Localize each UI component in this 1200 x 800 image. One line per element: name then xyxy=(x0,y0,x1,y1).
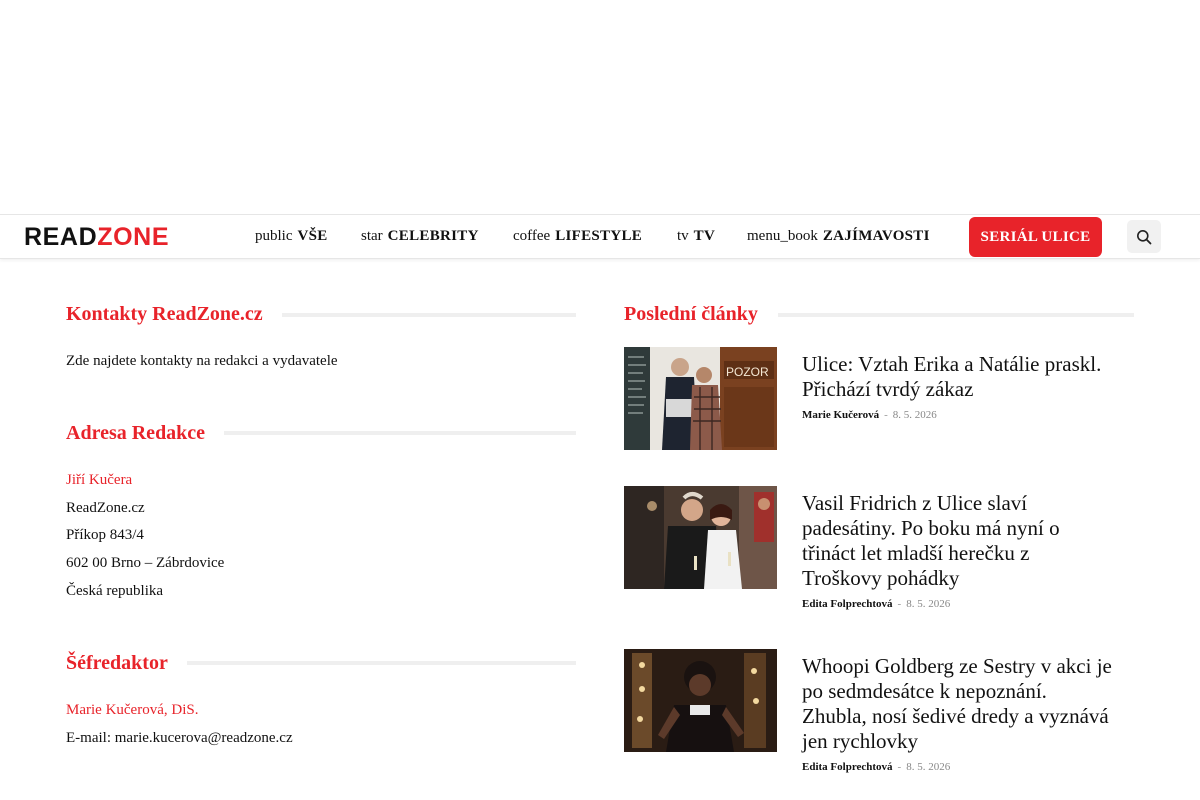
editor-title-rule xyxy=(187,661,576,665)
address-title: Adresa Redakce xyxy=(66,422,206,444)
article-image: POZOR xyxy=(624,347,777,450)
nav-item-lifestyle[interactable]: coffee LIFESTYLE xyxy=(513,215,642,258)
article-title[interactable]: Ulice: Vztah Erika a Natálie praskl. Při… xyxy=(802,352,1112,402)
address-title-rule xyxy=(224,431,576,435)
article-thumbnail[interactable] xyxy=(624,486,777,589)
nav-label: ZAJÍMAVOSTI xyxy=(822,228,930,244)
ad-space xyxy=(0,0,1200,214)
nav-label: VŠE xyxy=(297,228,328,244)
article-meta: Edita Folprechtová -8. 5. 2026 xyxy=(802,760,950,774)
menu-book-icon: menu_book xyxy=(747,228,818,244)
article-author[interactable]: Edita Folprechtová xyxy=(802,761,893,773)
address-line: ReadZone.cz xyxy=(66,500,145,516)
article-date: 8. 5. 2026 xyxy=(906,761,951,773)
article-date: 8. 5. 2026 xyxy=(906,598,951,610)
article-author[interactable]: Edita Folprechtová xyxy=(802,598,893,610)
search-icon xyxy=(1137,230,1152,245)
editor-name-link[interactable]: Marie Kučerová, DiS. xyxy=(66,700,198,720)
nav-item-tv[interactable]: tv TV xyxy=(677,215,715,258)
email-address[interactable]: marie.kucerova@readzone.cz xyxy=(115,730,293,746)
editor-email: E-mail: marie.kucerova@readzone.cz xyxy=(66,728,293,748)
article-thumbnail[interactable]: POZOR xyxy=(624,347,777,450)
meta-separator: - xyxy=(897,761,902,773)
svg-text:POZOR: POZOR xyxy=(726,365,769,379)
serial-ulice-button[interactable]: SERIÁL ULICE xyxy=(969,217,1102,257)
address-line: 602 00 Brno – Zábrdovice xyxy=(66,555,225,571)
coffee-icon: coffee xyxy=(513,228,551,244)
meta-separator: - xyxy=(884,409,888,421)
article-image xyxy=(624,486,777,589)
latest-title-rule xyxy=(778,313,1134,317)
address-name-link[interactable]: Jiří Kučera xyxy=(66,470,132,490)
article-meta: Marie Kučerová -8. 5. 2026 xyxy=(802,408,937,422)
address-line: Česká republika xyxy=(66,583,164,599)
site-logo[interactable]: READZONE xyxy=(24,224,169,250)
search-button[interactable] xyxy=(1127,220,1161,253)
nav-label: CELEBRITY xyxy=(387,228,479,244)
editor-title: Šéfredaktor xyxy=(66,652,168,674)
public-icon: public xyxy=(255,228,293,244)
meta-separator: - xyxy=(897,598,902,610)
address-line: Příkop 843/4 xyxy=(66,527,144,543)
article-image xyxy=(624,649,777,752)
email-label: E-mail: xyxy=(66,730,111,746)
tv-icon: tv xyxy=(677,228,689,244)
article-thumbnail[interactable] xyxy=(624,649,777,752)
logo-read: READ xyxy=(24,223,98,251)
nav-label: LIFESTYLE xyxy=(555,228,643,244)
contacts-title-rule xyxy=(282,313,576,317)
article-title[interactable]: Vasil Fridrich z Ulice slaví padesátiny.… xyxy=(802,491,1112,591)
nav-label: TV xyxy=(693,228,716,244)
nav-item-celebrity[interactable]: star CELEBRITY xyxy=(361,215,479,258)
article-meta: Edita Folprechtová -8. 5. 2026 xyxy=(802,597,950,611)
star-icon: star xyxy=(361,228,383,244)
contacts-title: Kontakty ReadZone.cz xyxy=(66,303,263,325)
navbar: READZONE public VŠE star CELEBRITY coffee L… xyxy=(0,214,1200,259)
latest-title: Poslední články xyxy=(624,303,758,325)
nav-item-vse[interactable]: public VŠE xyxy=(255,215,328,258)
contacts-intro: Zde najdete kontakty na redakci a vydava… xyxy=(66,353,338,369)
article-date: 8. 5. 2026 xyxy=(892,409,937,421)
nav-item-zajimavosti[interactable]: menu_book ZAJÍMAVOSTI xyxy=(747,215,930,258)
logo-zone: ZONE xyxy=(97,223,170,251)
page: READZONE public VŠE star CELEBRITY coffee L… xyxy=(0,0,1200,800)
article-title[interactable]: Whoopi Goldberg ze Sestry v akci je po s… xyxy=(802,654,1112,754)
article-author[interactable]: Marie Kučerová xyxy=(802,409,879,421)
